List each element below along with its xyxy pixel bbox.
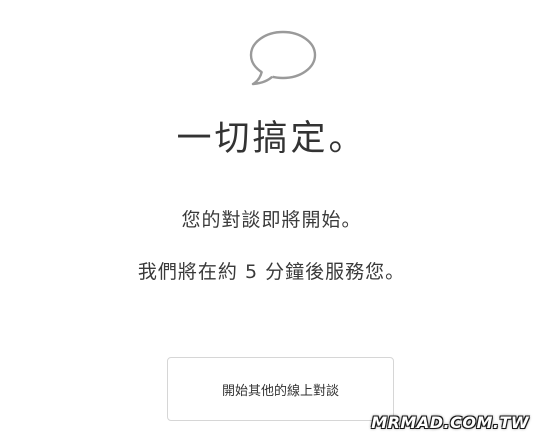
chat-confirmation-page: 一切搞定。 您的對談即將開始。 我們將在約 5 分鐘後服務您。 開始其他的線上對… (0, 0, 543, 444)
site-watermark: MRMAD.COM.TW (371, 413, 529, 432)
start-another-chat-button[interactable]: 開始其他的線上對談 (167, 357, 394, 421)
speech-bubble-icon (249, 30, 317, 86)
wait-time-message: 我們將在約 5 分鐘後服務您。 (137, 261, 406, 283)
page-title: 一切搞定。 (176, 119, 367, 159)
start-another-chat-label: 開始其他的線上對談 (221, 383, 339, 399)
chat-starting-message: 您的對談即將開始。 (181, 209, 362, 231)
